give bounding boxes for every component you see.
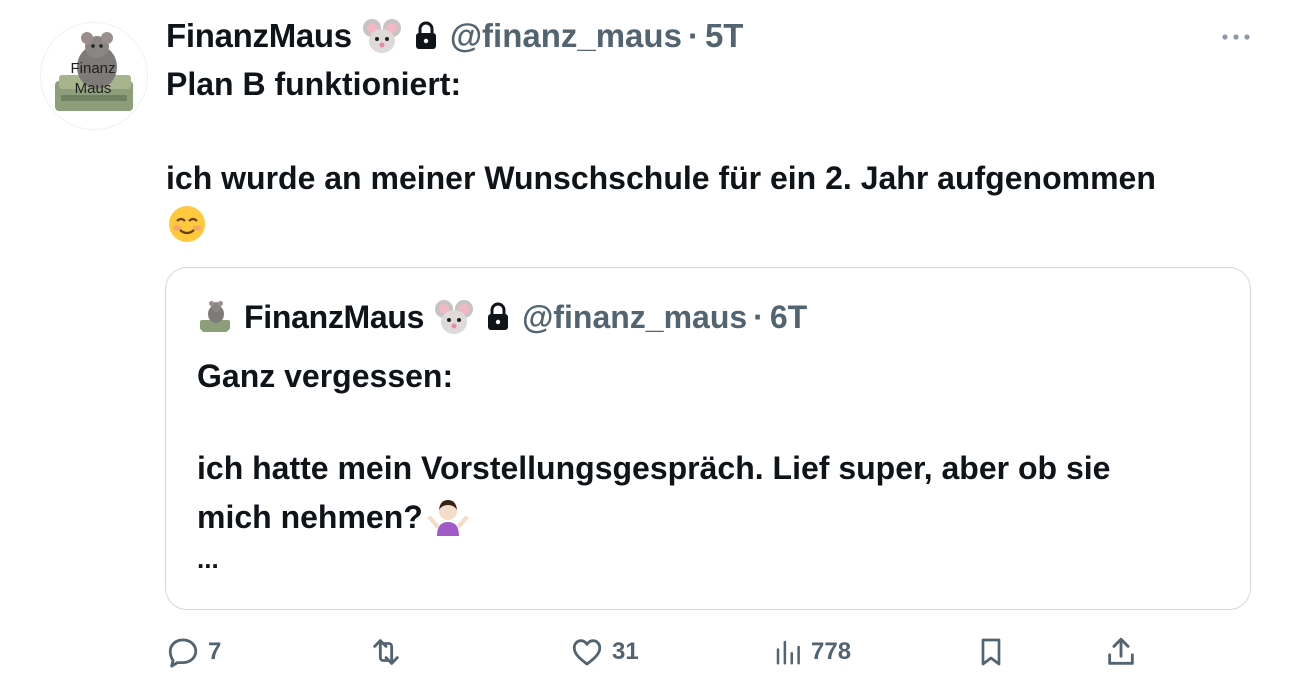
views-count: 778 [811, 638, 852, 665]
more-icon[interactable] [1218, 22, 1254, 52]
lock-icon [486, 302, 510, 332]
mouse-emoji-icon [434, 297, 474, 337]
quoted-text-line-3: mich nehmen? [197, 499, 423, 535]
action-bar: 7 31 778 [0, 630, 1293, 674]
share-icon [1104, 635, 1138, 669]
avatar-text-2: Maus [75, 80, 112, 97]
like-count: 31 [612, 638, 639, 665]
repost-icon [368, 635, 404, 669]
quoted-text-line-3-wrap: mich nehmen? [197, 496, 469, 536]
display-name[interactable]: FinanzMaus [166, 17, 352, 55]
smiling-face-emoji-icon [167, 204, 207, 244]
like-icon [570, 635, 604, 669]
repost-button[interactable] [368, 630, 404, 674]
reply-icon [166, 635, 200, 669]
bookmark-icon [975, 634, 1007, 670]
quoted-handle[interactable]: @finanz_maus [522, 299, 747, 336]
quoted-tweet[interactable]: FinanzMaus @finanz_maus · 6T Ganz verges… [165, 267, 1251, 610]
tweet-text-line-1: Plan B funktioniert: [166, 66, 462, 102]
views-button[interactable]: 778 [773, 630, 851, 674]
tweet-text-line-2: ich wurde an meiner Wunschschule für ein… [166, 160, 1156, 196]
share-button[interactable] [1104, 630, 1138, 674]
avatar-text-1: Finanz [70, 60, 115, 77]
like-button[interactable]: 31 [570, 630, 639, 674]
mouse-emoji-icon [362, 16, 402, 56]
quoted-timestamp[interactable]: 6T [770, 299, 807, 336]
quoted-avatar[interactable] [196, 298, 234, 336]
quoted-text-line-1: Ganz vergessen: [197, 358, 454, 394]
lock-icon [414, 21, 438, 51]
views-icon [773, 635, 803, 669]
tweet-header: FinanzMaus @finanz_maus · 5T [166, 14, 743, 58]
handle[interactable]: @finanz_maus [450, 17, 682, 55]
quoted-display-name[interactable]: FinanzMaus [244, 299, 424, 336]
quoted-text-ellipsis: ... [197, 544, 219, 574]
quoted-tweet-header: FinanzMaus @finanz_maus · 6T [244, 296, 807, 338]
reply-button[interactable]: 7 [166, 630, 221, 674]
avatar[interactable]: Finanz Maus [40, 22, 148, 130]
bookmark-button[interactable] [975, 630, 1007, 674]
quoted-separator: · [753, 298, 764, 335]
quoted-text-line-2: ich hatte mein Vorstellungsgespräch. Lie… [197, 450, 1111, 486]
timestamp[interactable]: 5T [705, 17, 744, 55]
shrugging-woman-emoji-icon [427, 496, 469, 536]
reply-count: 7 [208, 638, 222, 665]
separator: · [687, 17, 699, 54]
